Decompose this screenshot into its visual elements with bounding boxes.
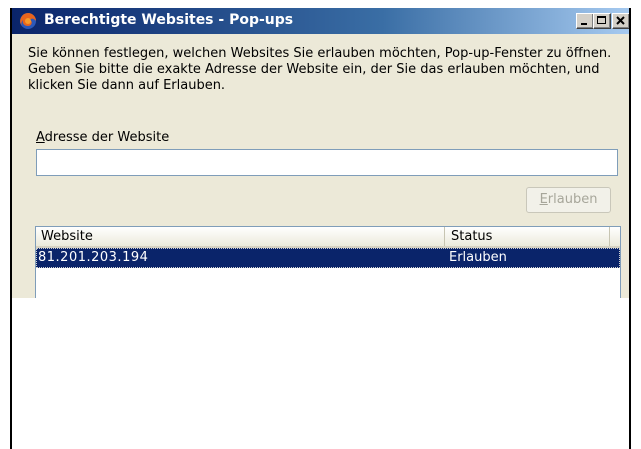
- maximize-icon: [597, 16, 606, 24]
- maximize-button[interactable]: [593, 13, 611, 29]
- list-row[interactable]: 81.201.203.194 Erlauben: [36, 248, 620, 268]
- popup-exceptions-dialog: Berechtigte Websites - Pop-ups Sie könne…: [12, 8, 629, 298]
- row-status: Erlauben: [449, 250, 507, 265]
- title-bar[interactable]: Berechtigte Websites - Pop-ups: [12, 8, 629, 34]
- screen-frame-right: [629, 8, 631, 449]
- list-header: Website Status: [36, 227, 620, 248]
- firefox-icon: [20, 13, 36, 29]
- minimize-icon: [581, 23, 587, 25]
- close-icon: [616, 16, 625, 25]
- description-text: Sie können festlegen, welchen Websites S…: [28, 46, 612, 93]
- address-label-accesskey: A: [36, 130, 45, 145]
- window-title: Berechtigte Websites - Pop-ups: [44, 12, 294, 28]
- address-label-text: dresse der Website: [44, 130, 170, 145]
- website-list[interactable]: Website Status 81.201.203.194 Erlauben: [35, 226, 621, 298]
- column-header-status[interactable]: Status: [446, 227, 610, 246]
- row-website: 81.201.203.194: [38, 250, 149, 265]
- website-address-input[interactable]: [36, 149, 618, 176]
- address-label: Adresse der Website: [36, 130, 169, 145]
- column-header-website[interactable]: Website: [36, 227, 445, 246]
- allow-button-accesskey: E: [539, 192, 548, 207]
- allow-button[interactable]: Erlauben: [526, 187, 611, 213]
- minimize-button[interactable]: [576, 13, 594, 29]
- allow-button-label: rlauben: [547, 192, 598, 207]
- close-button[interactable]: [612, 13, 629, 29]
